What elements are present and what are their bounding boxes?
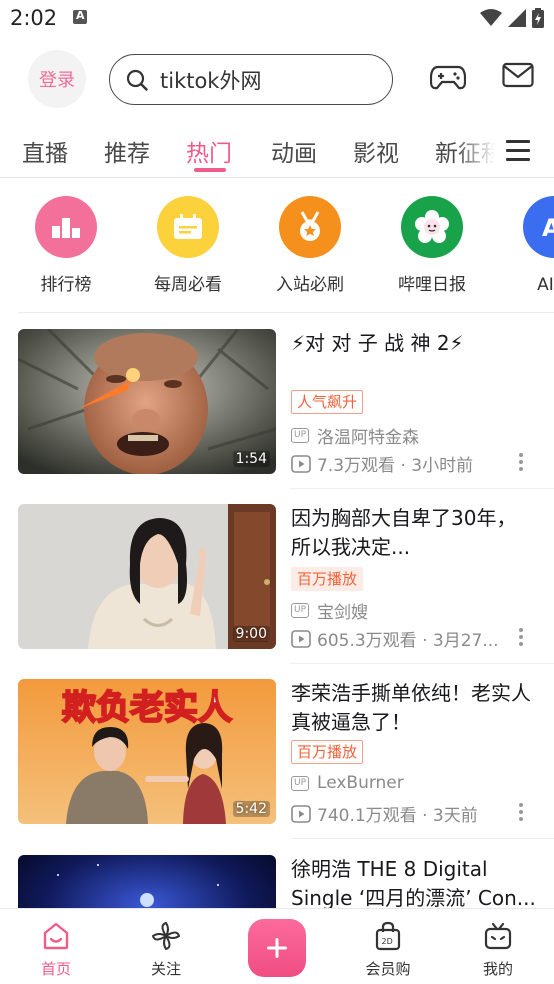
more-options-icon[interactable] xyxy=(519,628,525,649)
tab-live[interactable]: 直播 xyxy=(22,134,68,168)
video-title[interactable]: 因为胸部大自卑了30年，所以我决定... xyxy=(291,504,536,562)
play-count-icon xyxy=(291,804,311,823)
nav-vip-shop[interactable]: 2D 会员购 xyxy=(348,921,428,979)
active-tab-indicator xyxy=(194,168,226,172)
video-card[interactable]: 1:54 ⚡对 对 子 战 神 2⚡ 人气飙升 UP 洛温阿特金森 7.3万观看… xyxy=(0,329,554,476)
calendar-icon xyxy=(174,214,202,239)
uploader-row[interactable]: UP LexBurner xyxy=(291,773,404,793)
tv-icon xyxy=(484,922,512,950)
search-query: tiktok外网 xyxy=(160,68,262,93)
video-stats-row: 740.1万观看 · 3天前 xyxy=(291,801,478,826)
uploader-name: 宝剑嫂 xyxy=(317,603,369,623)
uploader-name: 洛温阿特金森 xyxy=(317,428,420,448)
signal-icon xyxy=(508,9,526,27)
login-button[interactable]: 登录 xyxy=(28,50,86,108)
search-icon xyxy=(126,69,148,91)
video-card[interactable]: 9:00 因为胸部大自卑了30年，所以我决定... 百万播放 UP 宝剑嫂 60… xyxy=(0,504,554,651)
up-icon: UP xyxy=(291,775,310,791)
ranking-icon xyxy=(52,218,80,238)
nav-home[interactable]: 首页 xyxy=(16,921,96,979)
video-card[interactable]: 欺负老实人 5:42 李荣浩手撕单依纯！老实人真被逼急了！ 百万播放 UP Le… xyxy=(0,679,554,826)
video-duration: 1:54 xyxy=(232,451,270,467)
video-duration: 5:42 xyxy=(232,801,270,817)
entry-weekly[interactable]: 每周必看 xyxy=(128,196,248,295)
entry-ai[interactable]: AI AI新 xyxy=(494,196,554,295)
video-thumbnail[interactable]: 欺负老实人 5:42 xyxy=(18,679,276,824)
video-stats-row: 7.3万观看 · 3小时前 xyxy=(291,451,473,476)
tab-anime[interactable]: 动画 xyxy=(271,134,317,168)
channel-tabs: 直播 推荐 热门 动画 影视 新征程 xyxy=(0,130,554,176)
wifi-icon xyxy=(480,9,502,26)
tab-film[interactable]: 影视 xyxy=(353,134,399,168)
gamepad-icon[interactable] xyxy=(430,62,466,92)
video-duration: 9:00 xyxy=(232,626,270,642)
more-options-icon[interactable] xyxy=(519,803,525,824)
video-thumbnail[interactable]: 9:00 xyxy=(18,504,276,649)
video-stats: 7.3万观看 · 3小时前 xyxy=(317,456,474,476)
tab-recommend[interactable]: 推荐 xyxy=(104,134,150,168)
uploader-row[interactable]: UP 宝剑嫂 xyxy=(291,598,368,623)
nav-mine[interactable]: 我的 xyxy=(458,921,538,979)
play-count-icon xyxy=(291,629,311,648)
status-time: 2:02 xyxy=(10,6,58,30)
entry-daily[interactable]: 哔哩日报 xyxy=(372,196,492,295)
menu-icon[interactable] xyxy=(506,140,530,162)
tab-hot[interactable]: 热门 xyxy=(186,134,232,168)
battery-icon xyxy=(532,8,544,28)
svg-text:AI: AI xyxy=(542,214,554,242)
ai-icon: AI xyxy=(542,214,554,242)
nav-follow[interactable]: 关注 xyxy=(126,921,206,979)
mail-icon[interactable] xyxy=(502,62,534,88)
status-bar: 2:02 xyxy=(0,0,554,38)
up-icon: UP xyxy=(291,603,310,618)
search-bar[interactable]: tiktok外网 xyxy=(109,54,393,105)
video-stats: 605.3万观看 · 3月27... xyxy=(317,631,499,651)
entry-must-watch[interactable]: 入站必刷 xyxy=(250,196,370,295)
uploader-name: LexBurner xyxy=(317,773,404,793)
home-icon xyxy=(43,922,69,950)
plus-icon xyxy=(267,938,287,958)
up-icon: UP xyxy=(291,428,310,443)
status-icons xyxy=(480,8,544,28)
medal-icon xyxy=(300,211,320,241)
video-title[interactable]: ⚡对 对 子 战 神 2⚡ xyxy=(291,329,536,358)
video-badge: 人气飙升 xyxy=(291,390,364,414)
publish-button[interactable] xyxy=(248,919,306,977)
entry-ranking[interactable]: 排行榜 xyxy=(6,196,126,295)
video-stats-row: 605.3万观看 · 3月27... xyxy=(291,626,499,651)
more-options-icon[interactable] xyxy=(519,453,525,474)
pinwheel-icon xyxy=(151,921,181,951)
uploader-row[interactable]: UP 洛温阿特金森 xyxy=(291,423,419,448)
quick-entries: 排行榜 每周必看 入站必刷 哔哩日报 AI AI新 xyxy=(0,196,554,296)
play-count-icon xyxy=(291,454,311,473)
video-badge: 百万播放 xyxy=(291,740,364,764)
app-screen: 2:02 登录 tiktok外网 直播 推荐 热门 动画 影视 新征程 xyxy=(0,0,554,984)
shopping-bag-icon: 2D xyxy=(375,921,401,951)
video-stats: 740.1万观看 · 3天前 xyxy=(317,806,478,826)
video-title[interactable]: 徐明浩 THE 8 Digital Single ‘四月的漂流’ Con... xyxy=(291,855,536,913)
top-header: 登录 tiktok外网 xyxy=(0,48,554,112)
video-thumbnail[interactable]: 1:54 xyxy=(18,329,276,474)
svg-text:2D: 2D xyxy=(382,937,393,946)
video-title[interactable]: 李荣浩手撕单依纯！老实人真被逼急了！ xyxy=(291,679,536,737)
video-badge: 百万播放 xyxy=(291,567,364,591)
flower-icon xyxy=(415,210,449,243)
notification-icon xyxy=(73,9,87,24)
bottom-nav: 首页 关注 2D 会员购 我的 xyxy=(0,908,554,984)
thumbnail-caption: 欺负老实人 xyxy=(62,688,232,728)
